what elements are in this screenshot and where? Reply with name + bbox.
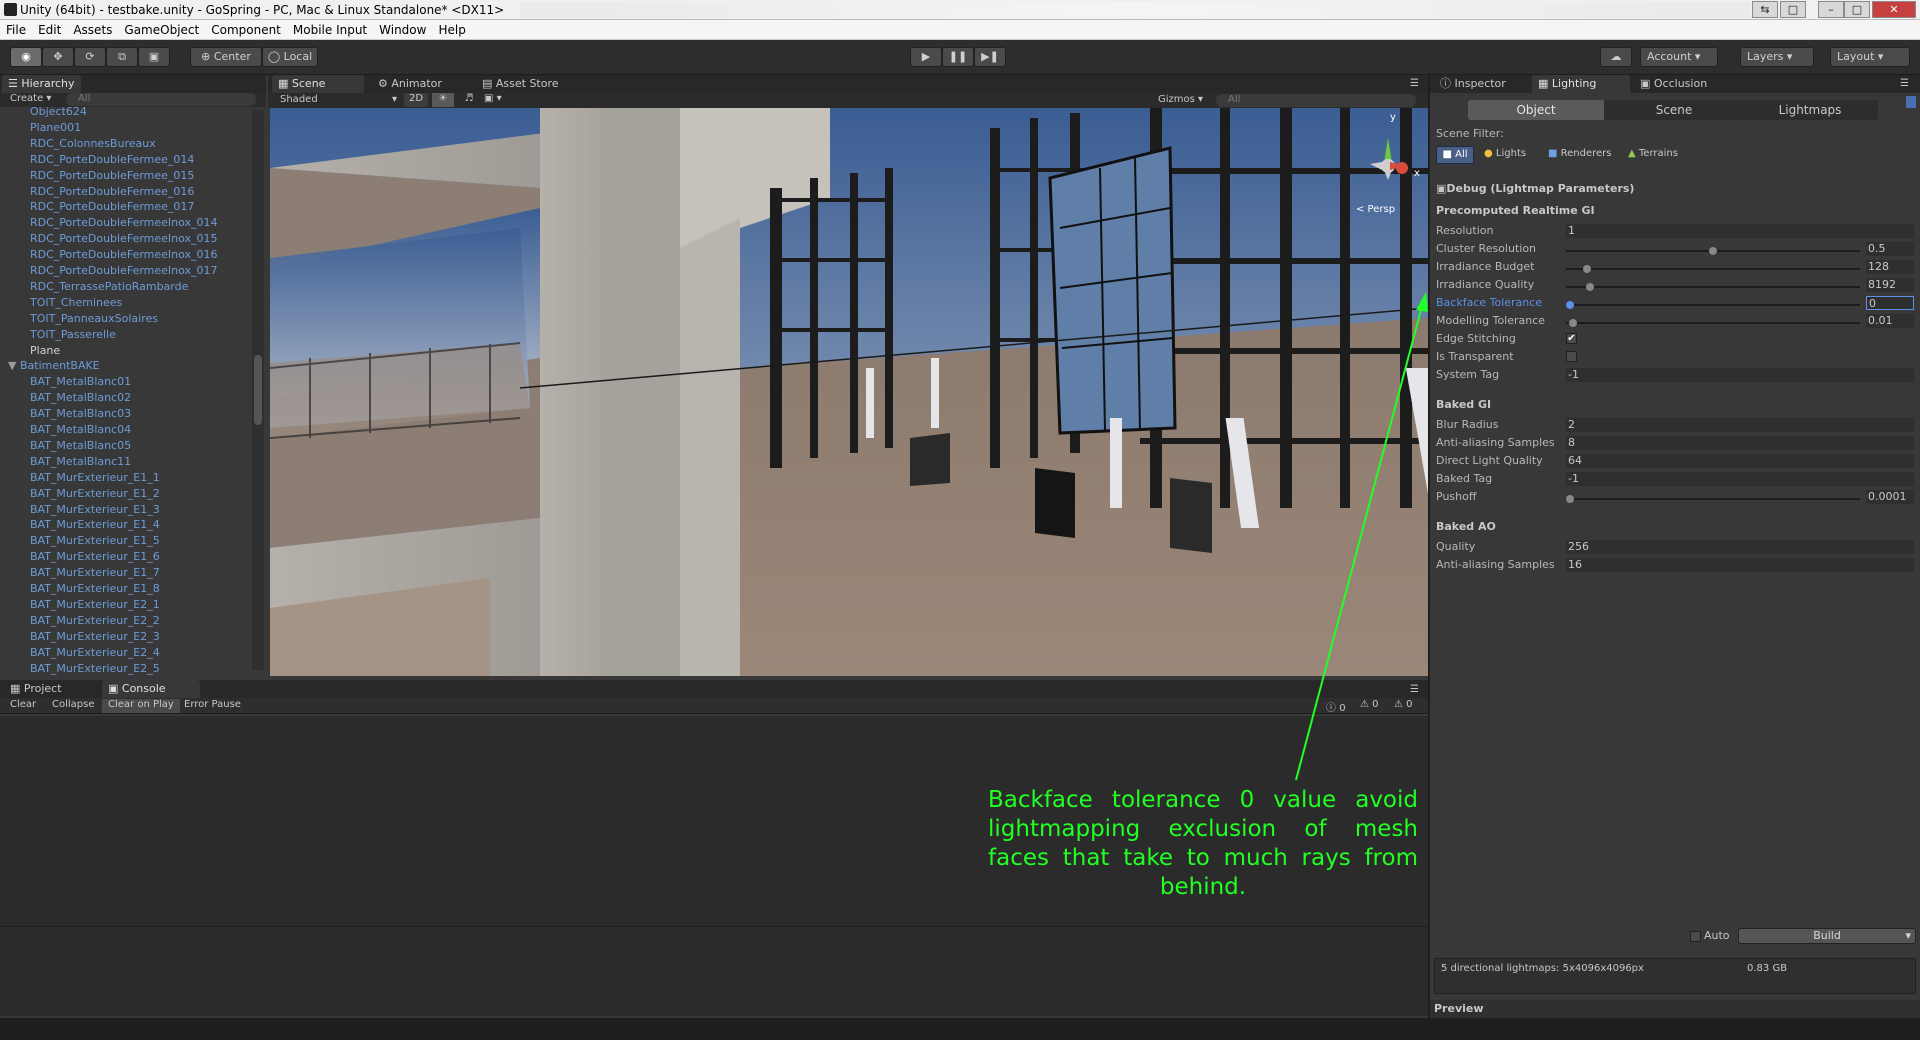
preview-header[interactable]: Preview [1430, 1000, 1920, 1018]
subtab-object[interactable]: Object [1468, 100, 1604, 120]
edge-stitching-checkbox[interactable]: ✔ [1566, 333, 1577, 344]
baked-gi-header: Baked GI [1436, 398, 1492, 411]
modelling-tolerance-field[interactable]: 0.01 [1866, 314, 1914, 328]
cluster-resolution-slider[interactable] [1566, 247, 1860, 255]
pushoff-label: Pushoff [1436, 490, 1477, 503]
subtab-lightmaps[interactable]: Lightmaps [1742, 100, 1878, 120]
lightmap-summary: 5 directional lightmaps: 5x4096x4096px [1441, 963, 1644, 974]
annotation-text: Backface tolerance 0 value avoid lightma… [988, 787, 1418, 900]
filter-all-button[interactable]: ■ All [1436, 146, 1474, 164]
inspector-menu-icon[interactable]: ☰ [1900, 78, 1909, 89]
debug-header: ▣Debug (Lightmap Parameters) [1436, 182, 1635, 195]
irradiance-quality-slider[interactable] [1566, 283, 1860, 291]
irradiance-quality-thumb[interactable] [1586, 283, 1595, 291]
modelling-tolerance-label: Modelling Tolerance [1436, 314, 1546, 327]
scene-filter-label: Scene Filter: [1436, 127, 1504, 140]
auto-label: Auto [1704, 929, 1730, 942]
build-button[interactable]: Build ▾ [1738, 928, 1916, 944]
filter-renderers-button[interactable]: ■ Renderers [1548, 148, 1612, 159]
precomputed-gi-header: Precomputed Realtime GI [1436, 204, 1595, 217]
irradiance-quality-label: Irradiance Quality [1436, 278, 1535, 291]
pushoff-thumb[interactable] [1566, 495, 1574, 503]
modelling-tolerance-slider[interactable] [1566, 319, 1860, 327]
is-transparent-checkbox[interactable] [1566, 351, 1577, 362]
modelling-tolerance-thumb[interactable] [1568, 319, 1577, 327]
debug-icon: ▣ [1436, 182, 1447, 195]
subtab-scene[interactable]: Scene [1606, 100, 1742, 120]
backface-tolerance-thumb[interactable] [1566, 301, 1574, 309]
baked-tag-label: Baked Tag [1436, 472, 1493, 485]
resolution-label: Resolution [1436, 224, 1494, 237]
cluster-resolution-field[interactable]: 0.5 [1866, 242, 1914, 256]
filter-terrains-button[interactable]: ▲ Terrains [1628, 148, 1678, 159]
system-tag-label: System Tag [1436, 368, 1500, 381]
ao-aa-samples-label: Anti-aliasing Samples [1436, 558, 1555, 571]
lightmap-size: 0.83 GB [1747, 963, 1788, 974]
lighting-help-icon[interactable] [1906, 96, 1916, 108]
direct-light-quality-label: Direct Light Quality [1436, 454, 1543, 467]
baked-ao-header: Baked AO [1436, 520, 1496, 533]
baked-tag-field[interactable]: -1 [1566, 472, 1914, 486]
status-bar [0, 1018, 1920, 1040]
direct-light-quality-field[interactable]: 64 [1566, 454, 1914, 468]
blur-radius-label: Blur Radius [1436, 418, 1499, 431]
lightmap-summary-box: 5 directional lightmaps: 5x4096x4096px 0… [1434, 958, 1916, 994]
irradiance-quality-field[interactable]: 8192 [1866, 278, 1914, 292]
is-transparent-label: Is Transparent [1436, 350, 1514, 363]
backface-tolerance-field[interactable]: 0 [1866, 296, 1914, 310]
backface-tolerance-label: Backface Tolerance [1436, 296, 1543, 309]
auto-bake-checkbox[interactable] [1690, 931, 1701, 942]
resolution-field[interactable]: 1 [1566, 224, 1914, 238]
filter-lights-button[interactable]: ● Lights [1484, 148, 1526, 159]
irradiance-budget-slider[interactable] [1566, 265, 1860, 273]
cluster-resolution-label: Cluster Resolution [1436, 242, 1537, 255]
tab-inspector[interactable]: ⓘ Inspector [1434, 75, 1512, 93]
build-dropdown-icon[interactable]: ▾ [1905, 929, 1911, 943]
irradiance-budget-label: Irradiance Budget [1436, 260, 1535, 273]
ao-quality-label: Quality [1436, 540, 1476, 553]
ao-aa-samples-field[interactable]: 16 [1566, 558, 1914, 572]
pushoff-slider[interactable] [1566, 495, 1860, 503]
irradiance-budget-field[interactable]: 128 [1866, 260, 1914, 274]
blur-radius-field[interactable]: 2 [1566, 418, 1914, 432]
aa-samples-field[interactable]: 8 [1566, 436, 1914, 450]
backface-tolerance-slider[interactable] [1566, 301, 1860, 309]
edge-stitching-label: Edge Stitching [1436, 332, 1516, 345]
tab-lighting[interactable]: ▦ Lighting [1532, 75, 1630, 93]
aa-samples-label: Anti-aliasing Samples [1436, 436, 1555, 449]
ao-quality-field[interactable]: 256 [1566, 540, 1914, 554]
cluster-resolution-thumb[interactable] [1709, 247, 1717, 255]
system-tag-field[interactable]: -1 [1566, 368, 1914, 382]
tab-occlusion[interactable]: ▣ Occlusion [1634, 75, 1713, 93]
pushoff-field[interactable]: 0.0001 [1866, 490, 1914, 504]
